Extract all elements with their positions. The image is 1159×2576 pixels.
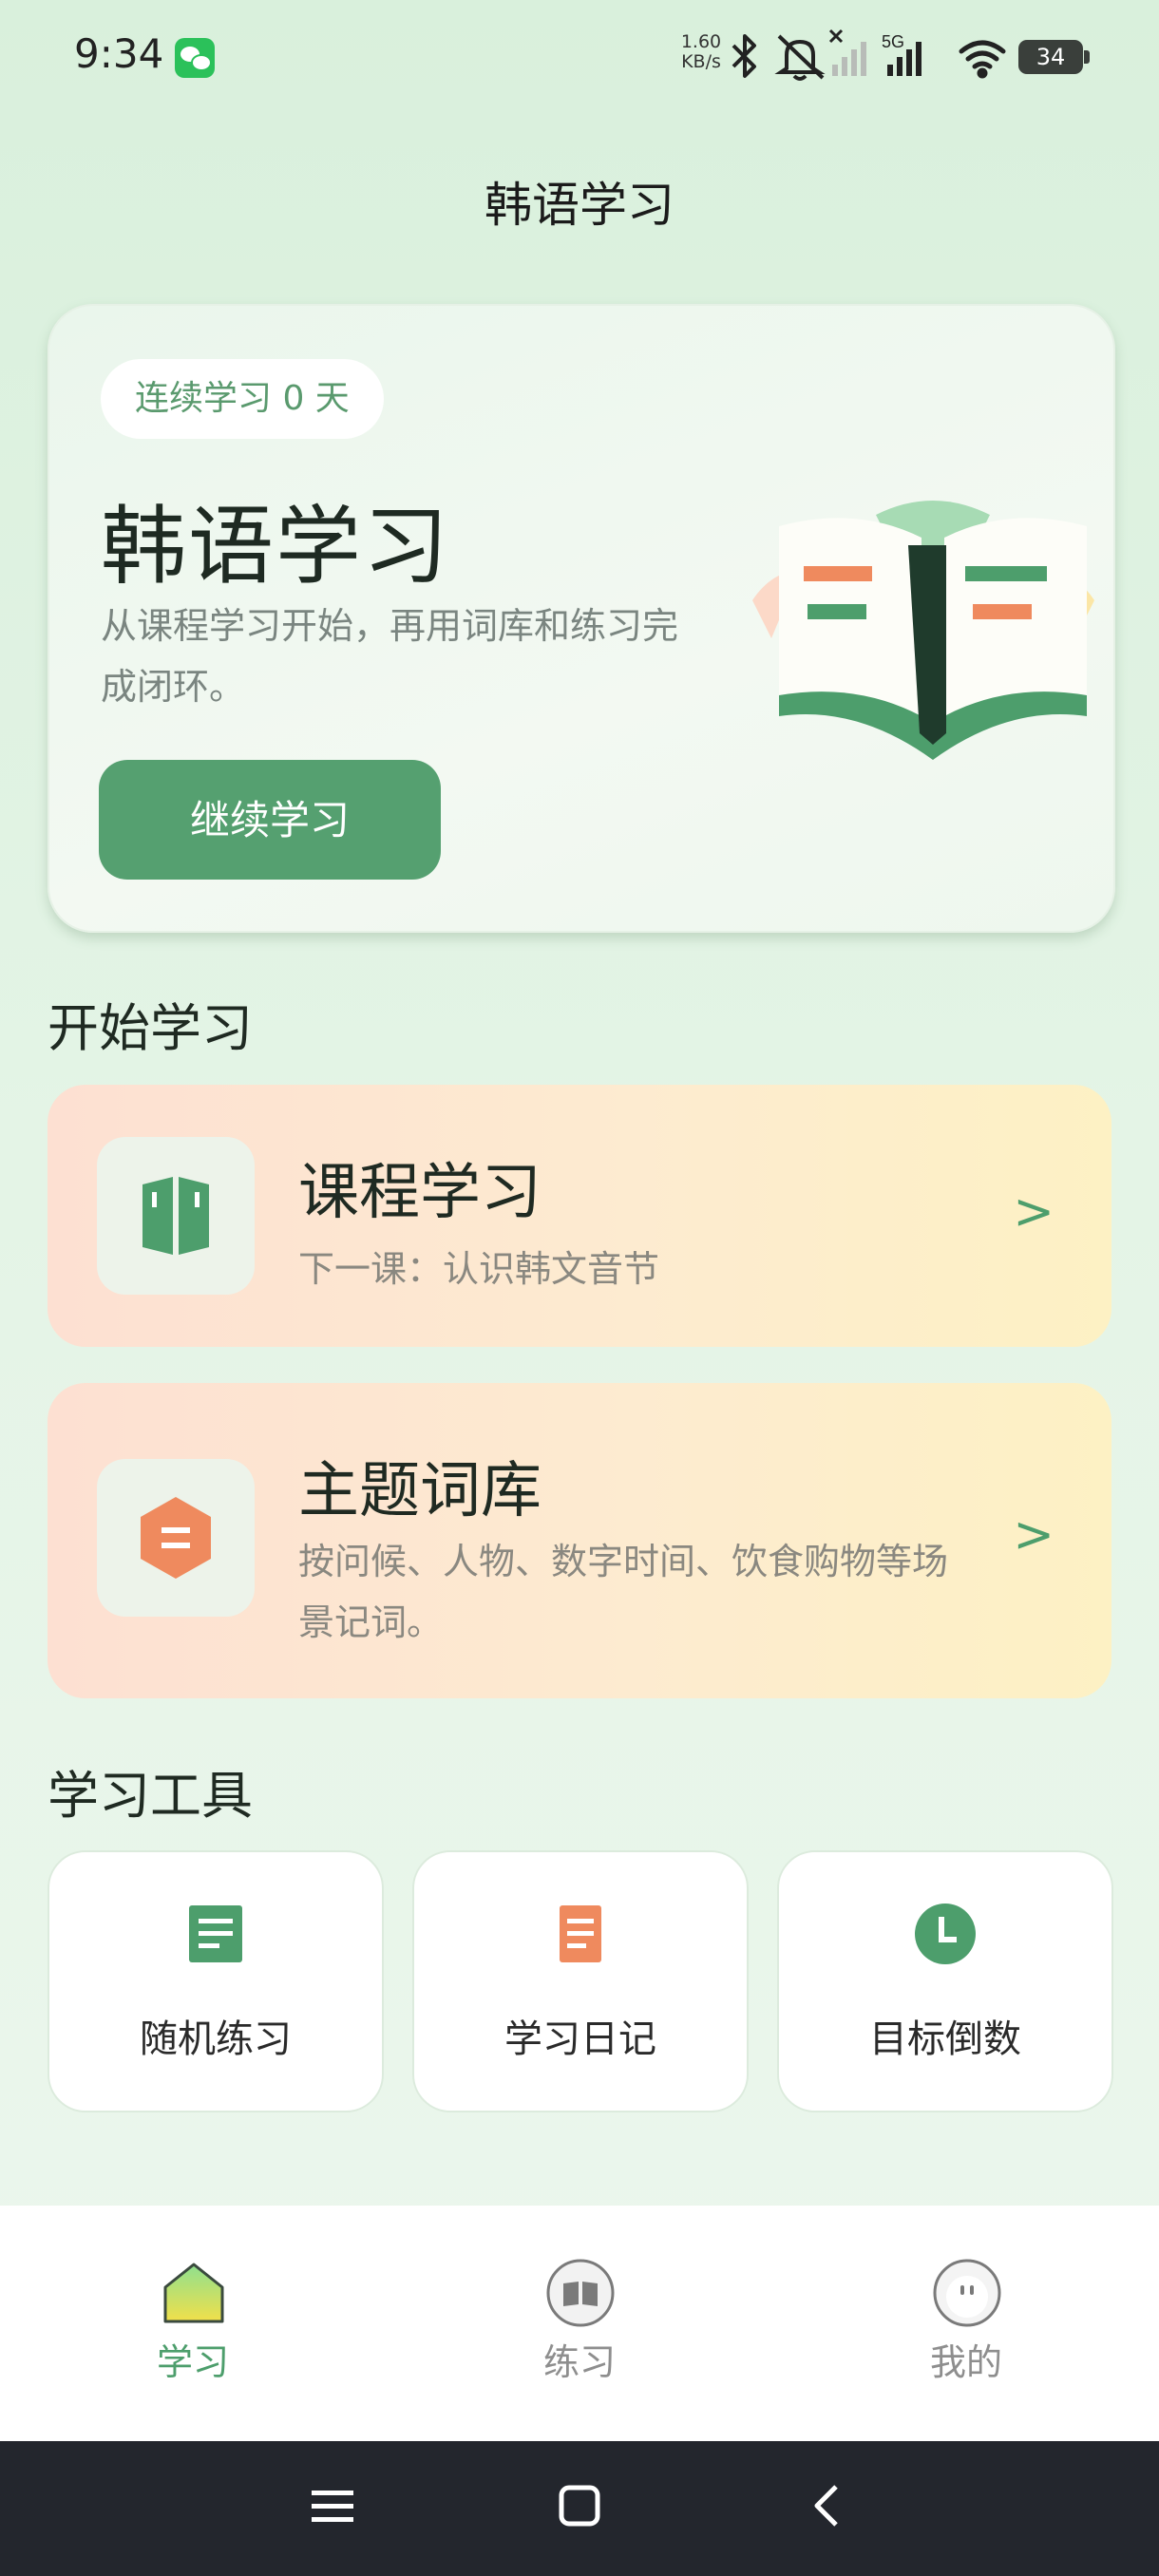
- chevron-right-icon: >: [1013, 1184, 1054, 1241]
- no-signal-icon: [828, 28, 866, 76]
- page-title: 韩语学习: [484, 178, 674, 233]
- network-type: 5G: [882, 32, 904, 51]
- course-title: 课程学习: [298, 1158, 542, 1228]
- wechat-icon: [175, 38, 215, 78]
- vocabulary-subtitle: 按问候、人物、数字时间、饮食购物等场景记词。: [298, 1541, 949, 1643]
- hexagon-list-icon: [141, 1497, 211, 1579]
- battery-icon: 34: [1018, 40, 1090, 74]
- network-speed-unit: KB/s: [681, 51, 721, 72]
- start-learning-title: 开始学习: [48, 998, 253, 1058]
- goal-countdown-button[interactable]: 目标倒数: [777, 1850, 1113, 2112]
- vocabulary-title: 主题词库: [298, 1456, 542, 1526]
- bottom-tab-bar: 学习 练习 我的: [0, 2206, 1159, 2441]
- tab-study[interactable]: 学习: [0, 2206, 386, 2441]
- status-time: 9:34: [74, 30, 164, 77]
- tool-label: 学习日记: [504, 2017, 656, 2061]
- book-circle-icon: [546, 2259, 615, 2327]
- hero-description: 从课程学习开始，再用词库和练习完成闭环。: [101, 605, 679, 708]
- back-icon[interactable]: [804, 2483, 851, 2530]
- tool-label: 目标倒数: [869, 2017, 1021, 2061]
- streak-badge: 连续学习 0 天: [101, 359, 384, 439]
- network-speed-value: 1.60: [680, 31, 722, 52]
- random-practice-button[interactable]: 随机练习: [48, 1850, 384, 2112]
- diary-icon: [560, 1905, 601, 1962]
- clock-icon: [915, 1904, 976, 1964]
- card-icon-box: [97, 1137, 255, 1295]
- tab-label: 我的: [929, 2341, 1002, 2383]
- course-card[interactable]: 课程学习 下一课：认识韩文音节 >: [48, 1085, 1112, 1347]
- network-speed: 1.60 KB/s: [680, 32, 722, 72]
- system-navigation-bar: [0, 2441, 1159, 2576]
- bluetooth-icon: [732, 34, 756, 78]
- wifi-icon: [959, 40, 1006, 79]
- card-icon-box: [97, 1459, 255, 1617]
- study-tools-title: 学习工具: [48, 1766, 253, 1826]
- tab-practice[interactable]: 练习: [387, 2206, 772, 2441]
- hero-title: 韩语学习: [101, 497, 450, 597]
- home-icon: [163, 2263, 224, 2323]
- tab-label: 练习: [542, 2341, 616, 2383]
- status-icons: 5G: [732, 28, 1006, 81]
- tab-profile[interactable]: 我的: [773, 2206, 1159, 2441]
- book-icon: [142, 1177, 209, 1255]
- status-bar: 9:34 1.60 KB/s 5G 34: [0, 0, 1159, 114]
- study-diary-button[interactable]: 学习日记: [412, 1850, 749, 2112]
- profile-circle-icon: [933, 2259, 1001, 2327]
- tool-label: 随机练习: [140, 2017, 292, 2061]
- open-book-illustration: [752, 501, 1094, 760]
- menu-icon[interactable]: [310, 2483, 357, 2530]
- home-nav-icon[interactable]: [557, 2483, 604, 2530]
- vocabulary-card[interactable]: 主题词库 按问候、人物、数字时间、饮食购物等场景记词。 >: [48, 1383, 1112, 1698]
- continue-learning-button[interactable]: 继续学习: [99, 760, 441, 880]
- document-icon: [189, 1905, 242, 1962]
- chevron-right-icon: >: [1013, 1506, 1054, 1563]
- course-subtitle: 下一课：认识韩文音节: [298, 1248, 660, 1290]
- mute-icon: [774, 34, 826, 81]
- tab-label: 学习: [156, 2341, 229, 2383]
- hero-card: 连续学习 0 天 韩语学习 从课程学习开始，再用词库和练习完成闭环。 继续学习: [48, 304, 1115, 933]
